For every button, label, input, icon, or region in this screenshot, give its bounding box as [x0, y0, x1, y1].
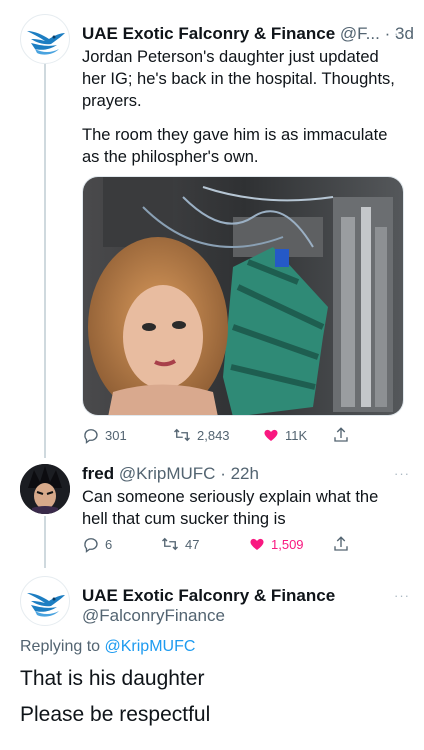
thread-line [44, 64, 46, 458]
like-icon [250, 538, 264, 550]
like-icon [264, 429, 278, 441]
display-name[interactable]: fred [82, 464, 114, 483]
retweet-icon [162, 537, 178, 551]
retweet-icon [174, 428, 190, 442]
tweet-text: Can someone seriously explain what the h… [82, 488, 379, 528]
share-button[interactable] [332, 535, 350, 553]
falcon-logo-icon [27, 31, 65, 55]
more-icon[interactable]: ··· [394, 26, 410, 41]
replying-prefix: Replying to [20, 638, 101, 655]
like-count: 1,509 [271, 536, 304, 552]
hospital-photo [83, 177, 403, 415]
reply-count: 6 [105, 536, 113, 552]
handle[interactable]: @FalconryFinance [82, 606, 225, 625]
separator: · [384, 24, 391, 43]
timestamp[interactable]: 22h [231, 464, 259, 483]
handle[interactable]: @F... [340, 24, 380, 43]
reply-count: 301 [105, 427, 127, 443]
thread-line [44, 516, 46, 568]
tweet-header: UAE Exotic Falconry & Finance @F... · 3d [82, 24, 414, 44]
tweet-text: The room they gave him is as immaculate … [82, 126, 388, 166]
handle[interactable]: @KripMUFC [119, 464, 216, 483]
reply-button[interactable]: 301 [82, 426, 127, 444]
reply-icon [84, 429, 98, 444]
reply-icon [84, 538, 98, 553]
like-button[interactable]: 1,509 [248, 535, 304, 553]
separator: · [220, 464, 226, 483]
display-name[interactable]: UAE Exotic Falconry & Finance [82, 586, 335, 605]
tweet-text: Jordan Peterson's daughter just updated … [82, 48, 395, 110]
share-icon [334, 536, 348, 551]
retweet-button[interactable]: 2,843 [172, 426, 230, 444]
tweet-header: UAE Exotic Falconry & Finance [82, 586, 335, 606]
reply-button[interactable]: 6 [82, 535, 112, 553]
avatar[interactable] [20, 14, 70, 64]
tweet-header: fred @KripMUFC · 22h [82, 464, 259, 484]
share-button[interactable] [332, 426, 350, 444]
tweet-header: @FalconryFinance [82, 606, 225, 626]
tweet-actions: 6 47 1,509 [82, 535, 382, 557]
share-icon [334, 427, 348, 442]
avatar[interactable] [20, 464, 70, 514]
anime-avatar-icon [20, 464, 70, 514]
more-icon[interactable]: ··· [394, 466, 410, 481]
replying-to: Replying to @KripMUFC [20, 638, 195, 656]
falcon-logo-icon [27, 593, 65, 617]
tweet-text: That is his daughter [20, 667, 205, 690]
mention-link[interactable]: @KripMUFC [105, 638, 196, 655]
retweet-count: 2,843 [197, 427, 230, 443]
tweet-text: Please be respectful [20, 703, 211, 726]
avatar[interactable] [20, 576, 70, 626]
retweet-count: 47 [185, 536, 200, 552]
retweet-button[interactable]: 47 [160, 535, 199, 553]
tweet-actions: 301 2,843 11K [82, 426, 382, 448]
more-icon[interactable]: ··· [394, 588, 410, 603]
tweet-photo[interactable] [82, 176, 404, 416]
like-count: 11K [285, 427, 308, 443]
like-button[interactable]: 11K [262, 426, 307, 444]
display-name[interactable]: UAE Exotic Falconry & Finance [82, 24, 335, 43]
